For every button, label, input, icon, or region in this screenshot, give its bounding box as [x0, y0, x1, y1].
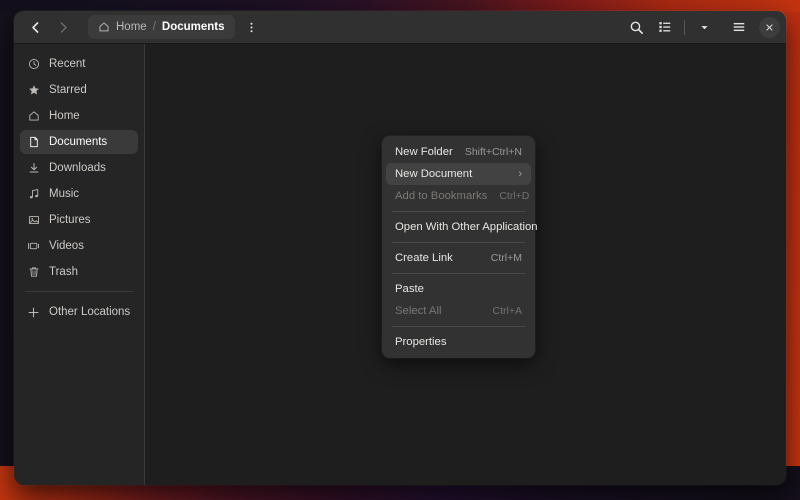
sidebar-item-pictures[interactable]: Pictures	[20, 208, 138, 232]
header-actions	[623, 16, 780, 39]
menu-item-label: Select All	[395, 305, 481, 317]
star-icon	[27, 84, 40, 96]
music-icon	[27, 188, 40, 200]
file-list-area[interactable]: Folder is Empty New Folder Shift+Ctrl+N …	[145, 44, 786, 485]
menu-separator	[392, 273, 525, 274]
video-icon	[27, 240, 40, 252]
menu-item-accelerator: Ctrl+D	[499, 190, 529, 202]
context-menu: New Folder Shift+Ctrl+N New Document › A…	[382, 136, 535, 358]
forward-button[interactable]	[50, 16, 76, 39]
sidebar-item-documents[interactable]: Documents	[20, 130, 138, 154]
menu-item-accelerator: Ctrl+M	[491, 252, 522, 264]
menu-item-label: New Folder	[395, 146, 453, 158]
menu-item-properties[interactable]: Properties	[386, 331, 531, 353]
sidebar-item-trash[interactable]: Trash	[20, 260, 138, 284]
menu-separator	[392, 242, 525, 243]
sidebar-item-label: Pictures	[49, 214, 91, 226]
back-button[interactable]	[22, 16, 48, 39]
path-menu-button[interactable]	[239, 16, 265, 39]
chevron-right-icon: ›	[518, 168, 522, 180]
menu-item-label: New Document	[395, 168, 506, 180]
breadcrumb-home-label[interactable]: Home	[116, 21, 147, 33]
chevron-down-icon	[699, 22, 710, 33]
sidebar-item-videos[interactable]: Videos	[20, 234, 138, 258]
view-dropdown-button[interactable]	[691, 16, 717, 39]
sidebar: Recent Starred H	[14, 44, 145, 485]
view-mode-button[interactable]	[652, 16, 678, 39]
picture-icon	[27, 214, 40, 226]
sidebar-item-music[interactable]: Music	[20, 182, 138, 206]
menu-item-label: Create Link	[395, 252, 479, 264]
close-button[interactable]	[759, 17, 780, 38]
sidebar-item-label: Recent	[49, 58, 85, 70]
sidebar-item-label: Downloads	[49, 162, 106, 174]
list-view-icon	[658, 20, 672, 34]
clock-icon	[27, 58, 40, 70]
plus-icon	[27, 306, 40, 319]
menu-item-label: Paste	[395, 283, 522, 295]
menu-item-accelerator: Shift+Ctrl+N	[465, 146, 522, 158]
sidebar-item-downloads[interactable]: Downloads	[20, 156, 138, 180]
window-body: Recent Starred H	[14, 44, 786, 485]
chevron-right-icon	[57, 21, 70, 34]
document-icon	[27, 136, 40, 148]
menu-item-create-link[interactable]: Create Link Ctrl+M	[386, 247, 531, 269]
desktop: Home / Documents	[0, 0, 800, 500]
file-manager-window: Home / Documents	[14, 11, 786, 485]
sidebar-divider	[25, 291, 133, 292]
menu-item-label: Properties	[395, 336, 522, 348]
menu-item-paste[interactable]: Paste	[386, 278, 531, 300]
search-button[interactable]	[623, 16, 649, 39]
breadcrumb-separator: /	[153, 21, 156, 33]
close-icon	[765, 23, 774, 32]
breadcrumb[interactable]: Home / Documents	[88, 15, 235, 39]
sidebar-item-label: Starred	[49, 84, 87, 96]
home-icon	[98, 21, 110, 33]
menu-separator	[392, 211, 525, 212]
breadcrumb-current-label[interactable]: Documents	[162, 21, 225, 33]
sidebar-item-other-locations[interactable]: Other Locations	[20, 300, 138, 324]
sidebar-item-label: Other Locations	[49, 306, 130, 318]
menu-separator	[392, 326, 525, 327]
menu-item-new-document[interactable]: New Document ›	[386, 163, 531, 185]
search-icon	[629, 20, 644, 35]
main-menu-button[interactable]	[726, 16, 752, 39]
sidebar-item-label: Documents	[49, 136, 107, 148]
download-icon	[27, 162, 40, 174]
sidebar-item-recent[interactable]: Recent	[20, 52, 138, 76]
menu-item-label: Add to Bookmarks	[395, 190, 487, 202]
sidebar-item-starred[interactable]: Starred	[20, 78, 138, 102]
home-icon	[27, 110, 40, 122]
chevron-left-icon	[29, 21, 42, 34]
menu-item-add-to-bookmarks[interactable]: Add to Bookmarks Ctrl+D	[386, 185, 531, 207]
sidebar-item-home[interactable]: Home	[20, 104, 138, 128]
vertical-dots-icon	[245, 21, 258, 34]
menu-item-new-folder[interactable]: New Folder Shift+Ctrl+N	[386, 141, 531, 163]
sidebar-item-label: Home	[49, 110, 80, 122]
menu-item-select-all[interactable]: Select All Ctrl+A	[386, 300, 531, 322]
sidebar-item-label: Trash	[49, 266, 78, 278]
toolbar-divider	[684, 20, 685, 35]
trash-icon	[27, 266, 40, 278]
sidebar-item-label: Videos	[49, 240, 84, 252]
sidebar-item-label: Music	[49, 188, 79, 200]
headerbar: Home / Documents	[14, 11, 786, 44]
menu-item-label: Open With Other Application	[395, 221, 538, 233]
menu-item-accelerator: Ctrl+A	[493, 305, 522, 317]
hamburger-menu-icon	[732, 20, 746, 34]
menu-item-open-with-other-application[interactable]: Open With Other Application	[386, 216, 531, 238]
